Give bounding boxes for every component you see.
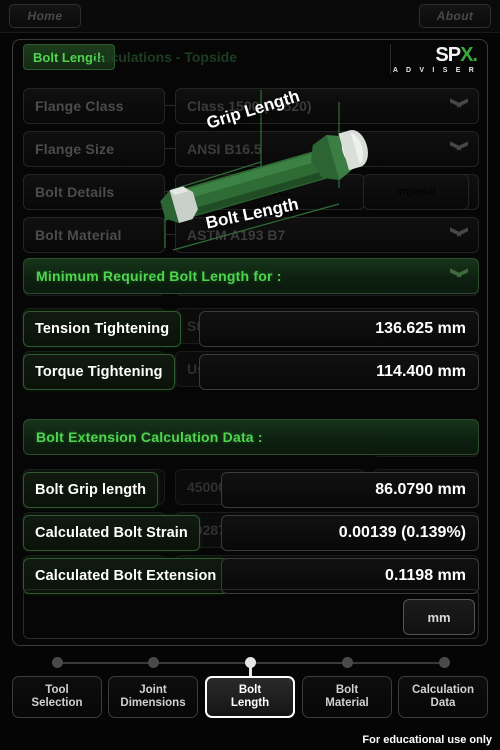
flange-class-value-text: Class 1500 (#1520) (187, 98, 312, 114)
bottom-nav: Tool Selection Joint Dimensions Bolt Len… (0, 676, 500, 722)
torque-tightening-label: Torque Tightening (23, 354, 175, 390)
progress-dot-1[interactable] (52, 657, 63, 668)
bolt-details-label: Bolt Details (23, 174, 165, 210)
progress-dot-2[interactable] (148, 657, 159, 668)
panel-header: Bolt Length calculations - Topside SPX. … (13, 40, 487, 76)
flange-size-value-text: ANSI B16.5 (187, 141, 262, 157)
calculated-bolt-strain-row[interactable]: Calculated Bolt Strain 0.00139 (0.139%) (23, 515, 479, 551)
tension-tightening-value: 136.625 mm (199, 311, 479, 347)
flange-class-label-text: Flange Class (35, 98, 124, 114)
flange-size-value[interactable]: ANSI B16.5 (175, 131, 479, 167)
nav-bolt-length-line2: Length (230, 697, 270, 709)
tension-tightening-value-text: 136.625 mm (375, 320, 466, 337)
calculated-bolt-strain-value: 0.00139 (0.139%) (221, 515, 479, 551)
bolt-extension-section-header: Bolt Extension Calculation Data : (23, 419, 479, 455)
nav-joint-dimensions-line2: Dimensions (120, 697, 186, 709)
chevron-down-icon[interactable] (450, 100, 468, 113)
tension-tightening-row[interactable]: Tension Tightening 136.625 mm (23, 311, 479, 347)
educational-use-note: For educational use only (362, 734, 492, 746)
torque-tightening-value-text: 114.400 mm (376, 363, 466, 380)
bolt-grip-length-label-text: Bolt Grip length (35, 482, 147, 498)
nav-tool-selection-line1: Tool (45, 684, 69, 696)
bolt-grip-length-value: 86.0790 mm (221, 472, 479, 508)
nav-joint-dimensions-line1: Joint (139, 684, 167, 696)
nav-calculation-data-line1: Calculation (412, 684, 474, 696)
min-bolt-length-section-header: Minimum Required Bolt Length for : (23, 258, 479, 294)
calculated-bolt-strain-label-text: Calculated Bolt Strain (35, 525, 188, 541)
torque-tightening-row[interactable]: Torque Tightening 114.400 mm (23, 354, 479, 390)
logo-sp-text: SP (435, 44, 461, 66)
nav-bolt-length[interactable]: Bolt Length (205, 676, 295, 718)
header-ghost-title: calculations - Topside (91, 49, 237, 65)
tension-tightening-label: Tension Tightening (23, 311, 182, 347)
nav-bolt-length-line1: Bolt (238, 684, 262, 696)
bolt-details-size-text: 12 x 7/8" UNC (187, 183, 289, 200)
main-panel: Bolt Length calculations - Topside SPX. … (12, 39, 488, 646)
flange-class-row[interactable]: Flange Class Class 1500 (#1520) (23, 88, 479, 124)
bolt-grip-length-row[interactable]: Bolt Grip length 86.0790 mm (23, 472, 479, 508)
bolt-details-unit-text: Imperial (396, 186, 436, 198)
spx-adviser-logo: SPX. A D V I S E R (392, 44, 478, 74)
min-bolt-length-heading-text: Minimum Required Bolt Length for : (36, 268, 282, 284)
logo-subtitle: A D V I S E R (392, 67, 477, 74)
torque-tightening-value: 114.400 mm (199, 354, 479, 390)
progress-dot-5[interactable] (439, 657, 450, 668)
step-progress-indicator (0, 652, 500, 680)
logo-x-text: X. (460, 44, 478, 66)
bolt-material-label-text: Bolt Material (35, 227, 122, 243)
unit-toggle-label: mm (427, 609, 451, 625)
nav-bolt-material-line2: Material (325, 697, 369, 709)
flange-class-label: Flange Class (23, 88, 165, 124)
bolt-details-label-text: Bolt Details (35, 184, 115, 200)
bolt-details-size-value[interactable]: 12 x 7/8" UNC (175, 174, 365, 210)
calculated-bolt-extension-value-text: 0.1198 mm (385, 567, 466, 584)
logo-wordmark: SPX. (393, 44, 478, 66)
calculated-bolt-strain-value-text: 0.00139 (0.139%) (338, 524, 466, 541)
bolt-extension-heading-text: Bolt Extension Calculation Data : (36, 429, 263, 445)
logo-divider (390, 44, 391, 74)
bolt-grip-length-label: Bolt Grip length (23, 472, 159, 508)
flange-size-row[interactable]: Flange Size ANSI B16.5 (23, 131, 479, 167)
calculated-bolt-strain-label: Calculated Bolt Strain (23, 515, 200, 551)
bolt-material-value-text: ASTM A193 B7 (187, 227, 286, 243)
chevron-down-icon[interactable] (450, 143, 468, 156)
nav-tool-selection[interactable]: Tool Selection (12, 676, 102, 718)
nav-bolt-material-line1: Bolt (335, 684, 359, 696)
flange-class-value[interactable]: Class 1500 (#1520) (175, 88, 479, 124)
nav-joint-dimensions[interactable]: Joint Dimensions (108, 676, 198, 718)
nav-tool-selection-line2: Selection (31, 697, 83, 709)
chevron-down-icon[interactable] (450, 229, 468, 242)
home-button-label: Home (27, 9, 63, 23)
top-bar: Home About (0, 0, 500, 33)
flange-size-label-text: Flange Size (35, 141, 115, 157)
tension-tightening-label-text: Tension Tightening (35, 321, 170, 337)
flange-size-label: Flange Size (23, 131, 165, 167)
about-button-label: About (436, 9, 474, 23)
nav-bolt-material[interactable]: Bolt Material (302, 676, 392, 718)
nav-calculation-data-line2: Data (430, 697, 456, 709)
nav-calculation-data[interactable]: Calculation Data (398, 676, 488, 718)
about-button[interactable]: About (419, 4, 491, 28)
bolt-material-label: Bolt Material (23, 217, 165, 253)
unit-toggle-button[interactable]: mm (403, 599, 475, 635)
progress-dot-4[interactable] (342, 657, 353, 668)
bolt-details-unit-chip[interactable]: Imperial (363, 174, 469, 210)
bolt-grip-length-value-text: 86.0790 mm (375, 481, 466, 498)
calculated-bolt-extension-label-text: Calculated Bolt Extension (35, 568, 217, 584)
chevron-down-icon[interactable] (450, 270, 468, 283)
torque-tightening-label-text: Torque Tightening (35, 364, 163, 380)
bolt-material-value[interactable]: ASTM A193 B7 (175, 217, 479, 253)
app-root: Home About Bolt Length calculations - To… (0, 0, 500, 750)
bolt-material-row[interactable]: Bolt Material ASTM A193 B7 (23, 217, 479, 253)
home-button[interactable]: Home (9, 4, 81, 28)
